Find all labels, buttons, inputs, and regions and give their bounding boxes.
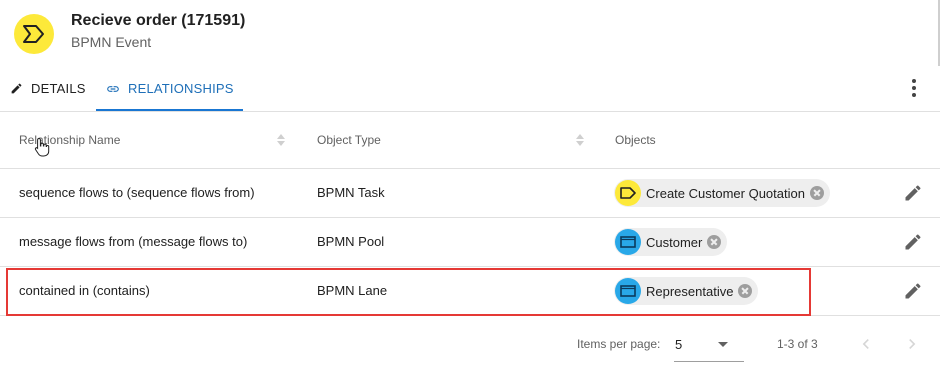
- table-row: sequence flows to (sequence flows from) …: [0, 169, 940, 218]
- edit-pencil-icon[interactable]: [903, 281, 923, 301]
- object-chip[interactable]: Create Customer Quotation: [614, 179, 830, 207]
- bpmn-event-icon: [14, 14, 54, 54]
- edit-pencil-icon[interactable]: [903, 232, 923, 252]
- object-chip-label: Create Customer Quotation: [646, 185, 805, 201]
- hand-cursor-icon: [34, 137, 50, 157]
- relationship-name-cell: sequence flows to (sequence flows from): [19, 185, 255, 200]
- page-size-select[interactable]: 5: [674, 334, 744, 362]
- object-type-cell: BPMN Task: [317, 185, 385, 200]
- previous-page-icon[interactable]: [856, 334, 876, 354]
- object-chip-label: Customer: [646, 234, 703, 250]
- object-title: Recieve order (171591): [71, 12, 246, 29]
- remove-chip-icon[interactable]: [707, 235, 722, 249]
- object-type-subtitle: BPMN Event: [71, 34, 152, 50]
- table-header: Relationship Name Object Type Objects: [0, 111, 940, 169]
- page-range-label: 1-3 of 3: [777, 337, 818, 351]
- edit-pencil-icon[interactable]: [903, 183, 923, 203]
- relationship-name-cell: message flows from (message flows to): [19, 234, 248, 249]
- object-chip[interactable]: Customer: [614, 228, 728, 256]
- object-type-cell: BPMN Pool: [317, 234, 385, 249]
- more-options-icon[interactable]: [904, 76, 924, 100]
- annotation-highlight-box: [6, 268, 811, 316]
- items-per-page-label: Items per page:: [577, 337, 661, 351]
- remove-chip-icon[interactable]: [809, 186, 824, 200]
- tab-bar: DETAILS RELATIONSHIPS: [0, 66, 940, 112]
- tab-details[interactable]: DETAILS: [10, 66, 86, 111]
- pencil-icon: [10, 82, 23, 95]
- sort-icon[interactable]: [276, 133, 286, 147]
- column-header-object-type[interactable]: Object Type: [317, 133, 381, 147]
- tab-relationships-label: RELATIONSHIPS: [128, 81, 234, 96]
- tab-relationships[interactable]: RELATIONSHIPS: [106, 66, 234, 111]
- page-size-value: 5: [675, 337, 683, 352]
- sort-icon[interactable]: [575, 133, 585, 147]
- bpmn-pool-icon: [615, 229, 641, 255]
- column-header-objects: Objects: [615, 133, 656, 147]
- link-icon: [106, 82, 120, 96]
- dropdown-arrow-icon: [718, 342, 728, 347]
- next-page-icon[interactable]: [902, 334, 922, 354]
- table-row: message flows from (message flows to) BP…: [0, 218, 940, 267]
- bpmn-task-icon: [615, 180, 641, 206]
- tab-details-label: DETAILS: [31, 81, 86, 96]
- object-header: Recieve order (171591) BPMN Event: [0, 0, 940, 66]
